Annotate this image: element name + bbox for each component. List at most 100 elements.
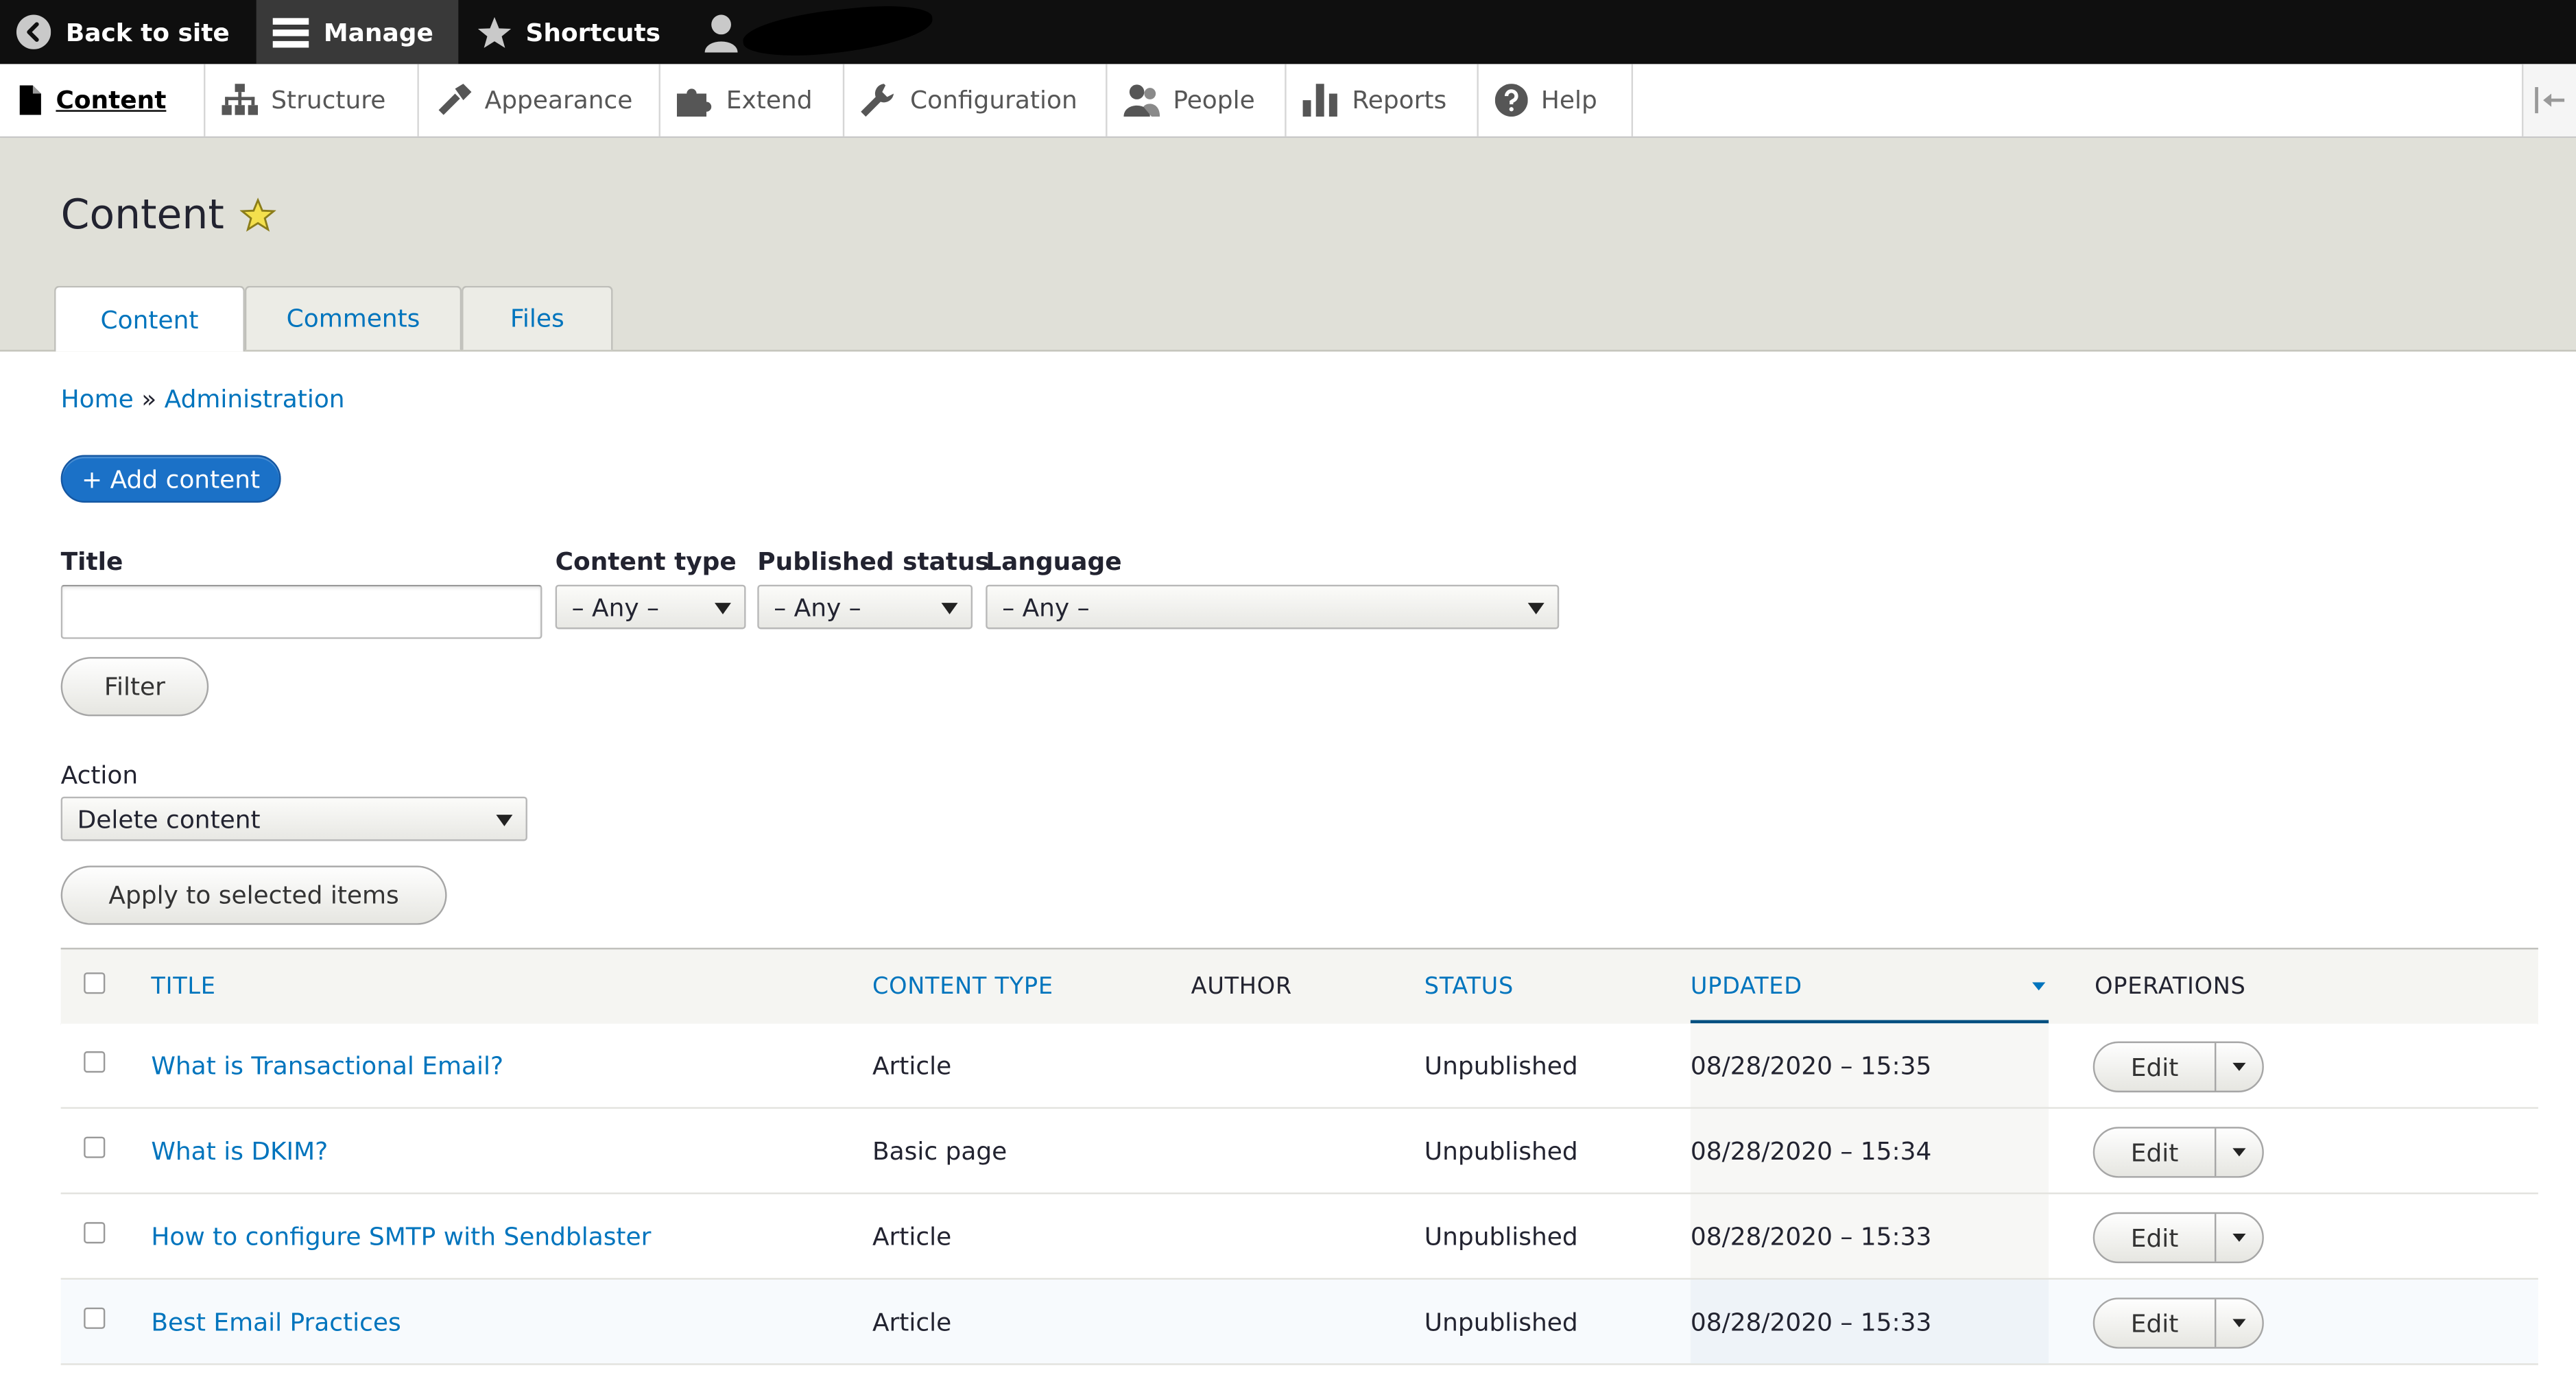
row-updated: 08/28/2020 – 15:35 <box>1690 1050 1932 1080</box>
row-title-link[interactable]: Best Email Practices <box>151 1280 401 1363</box>
row-checkbox[interactable] <box>84 1307 106 1329</box>
paintbrush-icon <box>438 84 472 115</box>
breadcrumb-administration[interactable]: Administration <box>165 385 345 414</box>
user-icon <box>704 14 738 52</box>
filter-button[interactable]: Filter <box>60 657 209 717</box>
tray-item-configuration[interactable]: Configuration <box>844 64 1108 136</box>
page-header: Content Content Comments Files <box>0 138 2576 352</box>
column-content-type[interactable]: CONTENT TYPE <box>872 950 1053 1024</box>
tray-orientation-toggle[interactable] <box>2521 64 2576 136</box>
language-select[interactable]: – Any – <box>986 584 1560 630</box>
tray-item-structure[interactable]: Structure <box>205 64 419 136</box>
row-checkbox[interactable] <box>84 1051 106 1073</box>
tab-comments-label: Comments <box>286 304 420 334</box>
tray-label-content: Content <box>56 85 167 115</box>
shortcut-star-icon[interactable] <box>240 196 277 232</box>
column-status[interactable]: STATUS <box>1424 950 1514 1024</box>
manage-tab[interactable]: Manage <box>256 0 459 64</box>
chevron-down-icon <box>2232 1233 2246 1242</box>
add-content-button[interactable]: + Add content <box>60 455 281 503</box>
breadcrumb-home[interactable]: Home <box>61 385 134 414</box>
apply-to-selected-button[interactable]: Apply to selected items <box>60 865 447 925</box>
language-label: Language <box>986 547 1122 577</box>
orientation-toggle-icon <box>2535 86 2565 114</box>
action-select[interactable]: Delete content <box>60 796 527 841</box>
tab-content-label: Content <box>100 304 199 335</box>
tray-item-content[interactable]: Content <box>0 64 206 136</box>
operations-toggle[interactable] <box>2216 1129 2262 1176</box>
tray-label-configuration: Configuration <box>910 85 1077 115</box>
operations-toggle[interactable] <box>2216 1043 2262 1090</box>
manage-label: Manage <box>323 17 433 47</box>
shortcuts-tab[interactable]: Shortcuts <box>477 0 660 64</box>
row-operations-dropbutton: Edit <box>2092 1127 2264 1178</box>
row-content-type: Article <box>872 1221 952 1251</box>
row-title-link[interactable]: How to configure SMTP with Sendblaster <box>151 1194 651 1278</box>
breadcrumb-separator: » <box>141 384 157 414</box>
table-row: How to configure SMTP with Sendblaster A… <box>60 1194 2538 1280</box>
tray-item-reports[interactable]: Reports <box>1287 64 1479 136</box>
wrench-icon <box>861 84 894 117</box>
row-content-type: Article <box>872 1050 952 1080</box>
content-type-value: – Any – <box>571 592 660 622</box>
row-checkbox[interactable] <box>84 1222 106 1244</box>
row-updated: 08/28/2020 – 15:33 <box>1690 1306 1932 1337</box>
hamburger-icon <box>272 17 309 47</box>
row-title-link[interactable]: What is DKIM? <box>151 1109 328 1193</box>
tab-files[interactable]: Files <box>462 285 613 350</box>
bar-chart-icon <box>1302 84 1337 117</box>
chevron-down-icon <box>496 813 513 826</box>
row-status: Unpublished <box>1424 1306 1578 1337</box>
row-updated: 08/28/2020 – 15:33 <box>1690 1221 1932 1251</box>
tray-label-appearance: Appearance <box>484 85 633 115</box>
tab-comments[interactable]: Comments <box>244 285 462 350</box>
row-updated: 08/28/2020 – 15:34 <box>1690 1136 1932 1166</box>
redacted-username <box>741 0 935 63</box>
edit-button[interactable]: Edit <box>2095 1299 2217 1347</box>
row-title-link[interactable]: What is Transactional Email? <box>151 1023 503 1107</box>
back-to-site-label: Back to site <box>65 17 230 47</box>
column-operations: OPERATIONS <box>2095 973 2246 1000</box>
edit-button[interactable]: Edit <box>2095 1043 2217 1091</box>
tray-item-people[interactable]: People <box>1107 64 1287 136</box>
app-frame: Back to site Manage Shortcuts Content St… <box>0 0 2576 1390</box>
table-row: Best Email Practices Article Unpublished… <box>60 1280 2538 1365</box>
row-content-type: Article <box>872 1306 952 1337</box>
row-checkbox[interactable] <box>84 1136 106 1158</box>
admin-tray: Content Structure Appearance Extend Conf… <box>0 64 2576 139</box>
published-status-label: Published status <box>757 547 990 577</box>
sort-descending-icon <box>2032 982 2046 991</box>
title-filter-label: Title <box>60 547 123 577</box>
published-status-select[interactable]: – Any – <box>757 584 973 630</box>
tray-item-help[interactable]: Help <box>1479 64 1634 136</box>
tab-files-label: Files <box>510 304 564 334</box>
help-icon <box>1494 84 1528 117</box>
tray-label-help: Help <box>1540 85 1597 115</box>
row-content-type: Basic page <box>872 1136 1007 1166</box>
row-status: Unpublished <box>1424 1050 1578 1080</box>
chevron-down-icon <box>714 601 731 614</box>
edit-button[interactable]: Edit <box>2095 1128 2217 1177</box>
tray-label-structure: Structure <box>271 85 386 115</box>
shortcuts-label: Shortcuts <box>525 17 661 47</box>
tray-item-appearance[interactable]: Appearance <box>419 64 660 136</box>
column-updated[interactable]: UPDATED <box>1691 950 1802 1024</box>
user-tab[interactable] <box>703 0 739 64</box>
action-label: Action <box>60 760 139 791</box>
operations-toggle[interactable] <box>2216 1299 2262 1347</box>
edit-button[interactable]: Edit <box>2095 1214 2217 1262</box>
tab-content[interactable]: Content <box>54 285 245 352</box>
select-all-checkbox[interactable] <box>84 972 106 994</box>
chevron-down-icon <box>2232 1148 2246 1157</box>
chevron-down-icon <box>941 601 958 614</box>
operations-toggle[interactable] <box>2216 1214 2262 1261</box>
sitemap-icon <box>222 84 259 115</box>
column-title[interactable]: TITLE <box>151 950 215 1024</box>
back-to-site-link[interactable]: Back to site <box>16 0 230 64</box>
back-arrow-icon <box>16 14 51 49</box>
chevron-down-icon <box>2232 1319 2246 1328</box>
title-filter-input[interactable] <box>60 584 542 639</box>
tray-item-extend[interactable]: Extend <box>660 64 845 136</box>
row-status: Unpublished <box>1424 1136 1578 1166</box>
content-type-select[interactable]: – Any – <box>555 584 746 630</box>
